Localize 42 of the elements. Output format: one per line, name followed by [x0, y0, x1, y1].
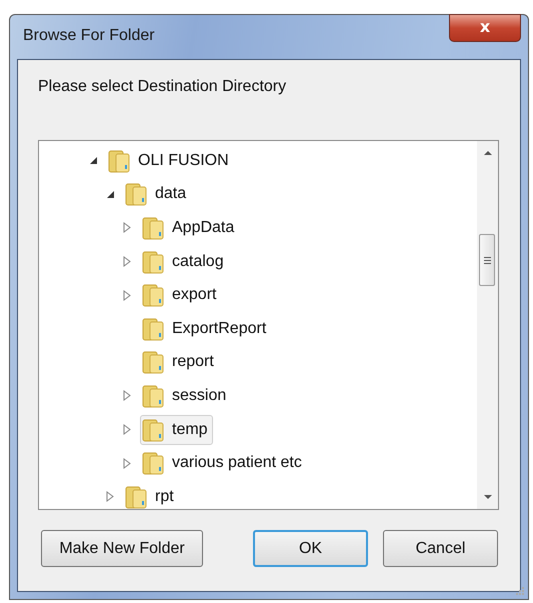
- folder-item[interactable]: rpt: [123, 482, 179, 509]
- scroll-up-icon[interactable]: [482, 150, 492, 156]
- prompt-text: Please select Destination Directory: [38, 78, 288, 96]
- scroll-down-icon[interactable]: [482, 494, 492, 500]
- expanded-triangle-icon[interactable]: [106, 190, 115, 199]
- collapsed-triangle-icon[interactable]: [123, 424, 131, 436]
- resize-grip-icon[interactable]: [514, 585, 524, 595]
- window-title: Browse For Folder: [23, 27, 155, 45]
- collapsed-triangle-icon[interactable]: [123, 222, 131, 234]
- folder-icon: [108, 148, 130, 173]
- collapsed-triangle-icon[interactable]: [123, 290, 131, 301]
- folder-item[interactable]: various patient etc: [140, 448, 307, 478]
- folder-item[interactable]: export: [140, 280, 222, 310]
- folder-icon: [142, 216, 164, 240]
- dialog-button[interactable]: Cancel: [383, 530, 498, 567]
- folder-item[interactable]: OLI FUSION: [106, 146, 234, 176]
- folder-item[interactable]: catalog: [140, 246, 229, 277]
- folder-item[interactable]: session: [140, 380, 232, 411]
- folder-icon: [142, 451, 164, 476]
- scrollbar-thumb[interactable]: [479, 234, 495, 286]
- folder-icon: [142, 283, 164, 308]
- folder-item[interactable]: temp: [140, 414, 213, 445]
- folder-icon: [142, 350, 164, 374]
- folder-icon: [142, 418, 164, 442]
- folder-item[interactable]: report: [140, 347, 219, 378]
- close-button[interactable]: x: [449, 14, 521, 42]
- collapsed-triangle-icon[interactable]: [123, 390, 131, 402]
- folder-icon: [142, 384, 164, 408]
- dialog-button[interactable]: OK: [253, 530, 368, 567]
- folder-icon: [125, 484, 147, 509]
- folder-item[interactable]: data: [123, 179, 192, 210]
- folder-item[interactable]: AppData: [140, 212, 240, 243]
- collapsed-triangle-icon[interactable]: [123, 458, 131, 469]
- folder-icon: [125, 182, 147, 206]
- folder-icon: [142, 250, 164, 274]
- folder-icon: [142, 316, 164, 341]
- expanded-triangle-icon[interactable]: [89, 156, 98, 166]
- collapsed-triangle-icon[interactable]: [123, 256, 131, 268]
- dialog-button[interactable]: Make New Folder: [41, 530, 203, 567]
- folder-item[interactable]: ExportReport: [140, 314, 272, 344]
- scrollbar[interactable]: [477, 141, 498, 509]
- collapsed-triangle-icon[interactable]: [106, 491, 114, 502]
